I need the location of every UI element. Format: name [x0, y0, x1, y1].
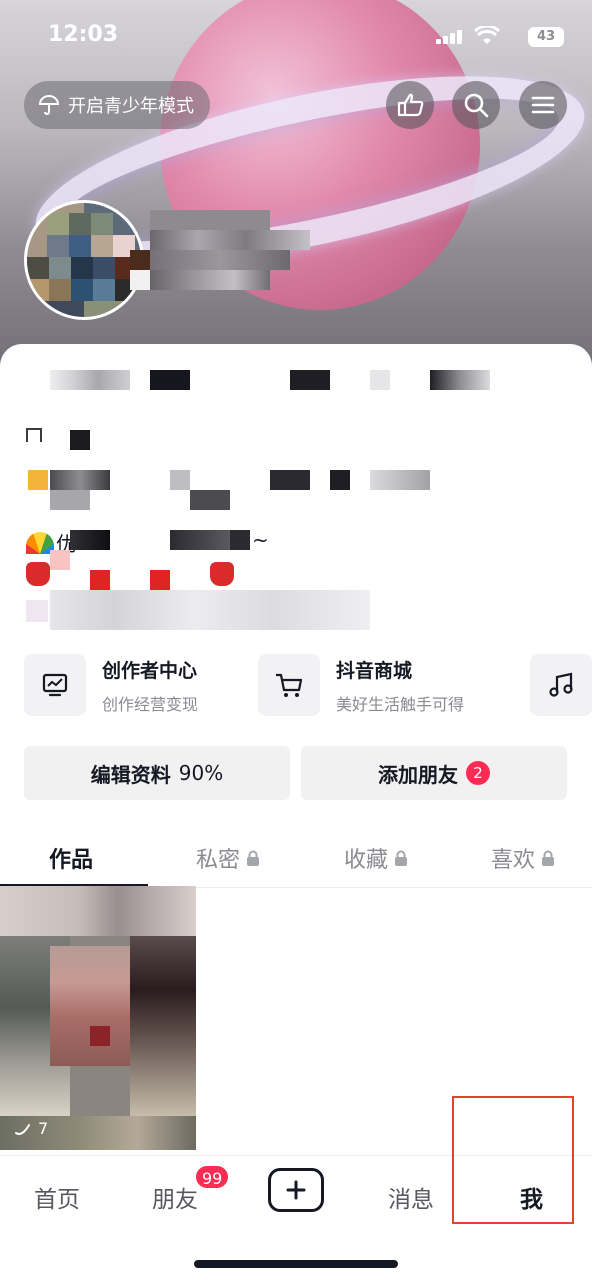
video-thumbnail[interactable]: 7: [0, 886, 196, 1150]
tab-label: 喜欢: [491, 848, 536, 873]
menu-button[interactable]: [519, 81, 567, 129]
tab-works[interactable]: 作品: [49, 842, 93, 874]
nav-friends[interactable]: 朋友: [152, 1180, 198, 1214]
tab-private[interactable]: 私密: [196, 842, 260, 874]
battery-icon: 43: [528, 27, 564, 47]
cellular-signal-icon: [436, 30, 464, 44]
profile-banner[interactable]: [0, 0, 592, 380]
teen-mode-label: 开启青少年模式: [68, 96, 194, 117]
play-count-value: 7: [38, 1119, 49, 1138]
add-friends-label: 添加朋友: [378, 762, 458, 787]
creator-center-entry[interactable]: 创作者中心 创作经营变现: [24, 654, 198, 716]
content-tabs: 作品 私密 收藏 喜欢: [0, 832, 592, 888]
highlight-box: [452, 1096, 574, 1224]
lock-icon: [247, 850, 260, 866]
wifi-icon: [474, 26, 500, 44]
visitor-button[interactable]: [386, 81, 434, 129]
chart-monitor-icon: [42, 673, 68, 697]
friends-badge: 99: [194, 1164, 231, 1190]
add-friends-button[interactable]: 添加朋友 2: [301, 746, 567, 800]
lock-icon: [542, 850, 555, 866]
music-note-icon: [549, 672, 573, 697]
status-bar: 12:03 43: [48, 22, 564, 52]
add-friends-badge: 2: [466, 761, 490, 785]
heart-play-icon: [15, 1123, 30, 1135]
bio-tail-text: ~: [252, 528, 269, 552]
nav-home[interactable]: 首页: [34, 1180, 80, 1214]
search-button[interactable]: [452, 81, 500, 129]
service-subtitle: 创作经营变现: [102, 694, 199, 714]
music-icon-box: [530, 654, 592, 716]
menu-icon: [531, 96, 555, 114]
edit-profile-button[interactable]: 编辑资料 90%: [24, 746, 290, 800]
umbrella-icon: [38, 95, 60, 115]
tab-label: 作品: [49, 848, 94, 873]
tab-favorites[interactable]: 收藏: [344, 842, 408, 874]
service-title: 创作者中心: [102, 659, 198, 682]
home-indicator[interactable]: [194, 1260, 398, 1268]
service-subtitle: 美好生活触手可得: [336, 694, 465, 714]
service-title: 抖音商城: [336, 659, 413, 682]
tab-likes[interactable]: 喜欢: [491, 842, 555, 874]
creator-center-icon-box: [24, 654, 86, 716]
create-button[interactable]: [268, 1168, 324, 1212]
nav-messages[interactable]: 消息: [388, 1180, 434, 1214]
cart-icon: [276, 673, 303, 697]
tab-label: 收藏: [344, 848, 389, 873]
douyin-mall-entry[interactable]: 抖音商城 美好生活触手可得: [258, 654, 464, 716]
pointing-hand-icon: [397, 93, 424, 117]
edit-profile-progress: 90%: [178, 761, 224, 785]
play-count: 7: [14, 1119, 48, 1138]
music-entry[interactable]: [530, 654, 592, 716]
status-time: 12:03: [48, 22, 119, 47]
plus-icon: [286, 1180, 306, 1200]
lock-icon: [395, 850, 408, 866]
tab-label: 私密: [196, 848, 241, 873]
edit-profile-label: 编辑资料: [90, 762, 171, 787]
mall-icon-box: [258, 654, 320, 716]
avatar[interactable]: [24, 200, 144, 320]
teen-mode-button[interactable]: 开启青少年模式: [24, 81, 210, 129]
search-icon: [464, 93, 489, 118]
